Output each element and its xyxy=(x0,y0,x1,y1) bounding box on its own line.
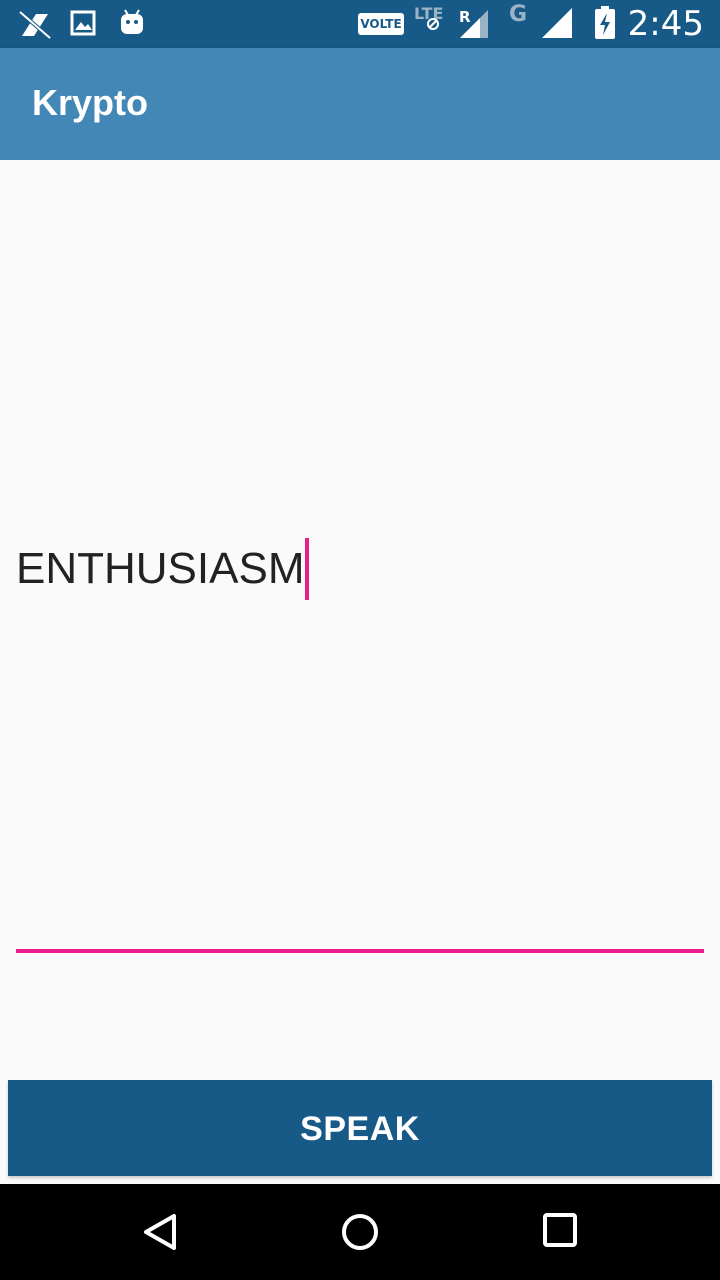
no-sim-sync-icon xyxy=(18,8,54,44)
battery-charging-icon xyxy=(594,6,616,44)
app-bar: Krypto xyxy=(0,48,720,160)
home-icon[interactable] xyxy=(340,1212,380,1256)
network-label: G xyxy=(509,2,528,27)
clock: 2:45 xyxy=(627,4,704,44)
volte-badge: VOLTE xyxy=(358,13,404,35)
text-input[interactable]: ENTHUSIASM xyxy=(16,530,704,954)
speak-button[interactable]: SPEAK xyxy=(8,1080,712,1176)
recents-icon[interactable] xyxy=(542,1212,578,1252)
app-title: Krypto xyxy=(32,82,148,123)
main-content: ENTHUSIASM SPEAK xyxy=(0,160,720,1184)
signal-icon xyxy=(542,8,574,44)
navigation-bar xyxy=(0,1184,720,1280)
input-underline xyxy=(16,949,704,953)
no-data-icon xyxy=(426,16,440,35)
input-text: ENTHUSIASM xyxy=(16,544,305,593)
android-icon xyxy=(118,8,146,40)
text-cursor xyxy=(305,538,310,600)
signal-lte-icon xyxy=(458,10,490,44)
status-bar: VOLTE LTE R G 2:45 xyxy=(0,0,720,48)
back-icon[interactable] xyxy=(140,1212,180,1256)
text-input-value: ENTHUSIASM xyxy=(16,536,310,602)
image-icon xyxy=(70,10,96,40)
